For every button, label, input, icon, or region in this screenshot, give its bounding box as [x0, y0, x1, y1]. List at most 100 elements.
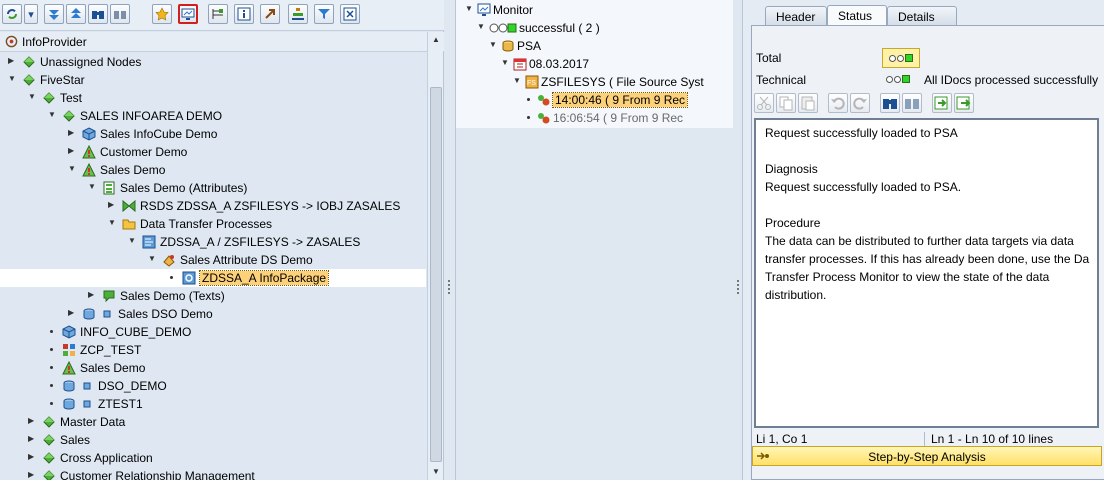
find-next-icon[interactable]	[902, 93, 922, 113]
refresh-icon[interactable]	[2, 4, 22, 24]
expand-arrow-icon[interactable]: ▶	[28, 435, 36, 443]
step-by-step-analysis-button[interactable]: Step-by-Step Analysis	[752, 446, 1102, 466]
expand-arrow-icon[interactable]: ▶	[108, 201, 116, 209]
monitor-tree-node[interactable]: 16:06:54 ( 9 From 9 Rec	[456, 109, 737, 127]
redo-icon[interactable]	[850, 93, 870, 113]
collapse-arrow-icon[interactable]: ▼	[501, 59, 509, 67]
expand-arrow-icon[interactable]: ▶	[88, 291, 96, 299]
monitor-panel: ▼ Monitor ▼ successful ( 2 ) ▼ PSA ▼ 08.03.2017…	[455, 0, 737, 480]
expand-arrow-icon[interactable]: ▶	[28, 417, 36, 425]
tree-node[interactable]: ▶ Sales DSO Demo	[0, 305, 426, 323]
tree-node[interactable]: ▶ Customer Demo	[0, 143, 426, 161]
tree-node-label: Unassigned Nodes	[40, 55, 142, 69]
left-splitter[interactable]	[444, 0, 454, 480]
tree-node[interactable]: ▶ Sales	[0, 431, 426, 449]
tree-node[interactable]: ▶ RSDS ZDSSA_A ZSFILESYS -> IOBJ ZASALES	[0, 197, 426, 215]
scroll-up-icon[interactable]: ▲	[431, 35, 441, 45]
collapse-arrow-icon[interactable]: ▼	[108, 219, 116, 227]
leaf-bullet	[170, 276, 173, 279]
collapse-arrow-icon[interactable]: ▼	[465, 5, 473, 13]
dropdown-arrow-icon[interactable]: ▾	[24, 4, 38, 24]
long-text-editor[interactable]: Request successfully loaded to PSA Diagn…	[754, 118, 1099, 428]
tree-node[interactable]: ▶ Sales InfoCube Demo	[0, 125, 426, 143]
collapse-arrow-icon[interactable]: ▼	[48, 111, 56, 119]
expand-arrow-icon[interactable]: ▶	[68, 147, 76, 155]
tree-node[interactable]: ZTEST1	[0, 395, 426, 413]
copy-icon[interactable]	[776, 93, 796, 113]
collapse-arrow-icon[interactable]: ▼	[489, 41, 497, 49]
monitor-tree-node[interactable]: ▼ 08.03.2017	[456, 55, 737, 73]
find-next-icon[interactable]	[110, 4, 130, 24]
create-icon[interactable]	[208, 4, 228, 24]
collapse-all-icon[interactable]	[66, 4, 86, 24]
expand-arrow-icon[interactable]: ▶	[68, 129, 76, 137]
tree-node-label: SALES INFOAREA DEMO	[80, 109, 223, 123]
monitor-tree-node[interactable]: ▼ PSA	[456, 37, 737, 55]
tree-node[interactable]: ▶ Customer Relationship Management	[0, 467, 426, 480]
tree-node[interactable]: ▶ Cross Application	[0, 449, 426, 467]
upload-icon[interactable]	[954, 93, 974, 113]
tree-node[interactable]: ▼ Data Transfer Processes	[0, 215, 426, 233]
tree-node[interactable]: ▶ Unassigned Nodes	[0, 53, 426, 71]
tree-node[interactable]: Sales Demo	[0, 359, 426, 377]
tab-status[interactable]: Status	[827, 5, 887, 27]
scroll-down-icon[interactable]: ▼	[431, 467, 441, 477]
collapse-arrow-icon[interactable]: ▼	[477, 23, 485, 31]
expand-all-icon[interactable]	[44, 4, 64, 24]
collapse-arrow-icon[interactable]: ▼	[88, 183, 96, 191]
tree-node[interactable]: ▼ FiveStar	[0, 71, 426, 89]
analysis-arrow-icon	[757, 452, 769, 460]
collapse-arrow-icon[interactable]: ▼	[8, 75, 16, 83]
tree-node[interactable]: ▼ Sales Demo (Attributes)	[0, 179, 426, 197]
tree-node[interactable]: ▼ SALES INFOAREA DEMO	[0, 107, 426, 125]
jump-icon[interactable]	[260, 4, 280, 24]
expand-arrow-icon[interactable]: ▶	[8, 57, 16, 65]
tree-node[interactable]: ZCP_TEST	[0, 341, 426, 359]
info-icon[interactable]	[234, 4, 254, 24]
tree-node[interactable]: ▶ Sales Demo (Texts)	[0, 287, 426, 305]
tab-details[interactable]: Details	[887, 6, 957, 26]
cut-icon[interactable]	[754, 93, 774, 113]
tree-node[interactable]: ▶ Master Data	[0, 413, 426, 431]
collapse-arrow-icon[interactable]: ▼	[128, 237, 136, 245]
expand-arrow-icon[interactable]: ▶	[68, 309, 76, 317]
close-window-icon[interactable]	[340, 4, 360, 24]
find-binoculars-icon[interactable]	[88, 4, 108, 24]
tree-node-label: Test	[60, 91, 83, 105]
traffic-light-green-icon	[489, 21, 517, 35]
total-status-button[interactable]	[882, 48, 920, 68]
favorites-icon[interactable]	[152, 4, 172, 24]
tree-node[interactable]: ▼ Test	[0, 89, 426, 107]
undo-icon[interactable]	[828, 93, 848, 113]
small-square-icon	[80, 397, 94, 411]
collapse-arrow-icon[interactable]: ▼	[513, 77, 521, 85]
collapse-arrow-icon[interactable]: ▼	[148, 255, 156, 263]
expand-arrow-icon[interactable]: ▶	[28, 471, 36, 479]
tree-node[interactable]: ZDSSA_A InfoPackage	[0, 269, 426, 287]
hierarchy-icon[interactable]	[288, 4, 308, 24]
expand-arrow-icon[interactable]: ▶	[28, 453, 36, 461]
filter-icon[interactable]	[314, 4, 334, 24]
monitor-tree-node[interactable]: 14:00:46 ( 9 From 9 Rec	[456, 91, 737, 109]
collapse-arrow-icon[interactable]: ▼	[28, 93, 36, 101]
tree-node[interactable]: ▼ ZDSSA_A / ZSFILESYS -> ZASALES	[0, 233, 426, 251]
paste-icon[interactable]	[798, 93, 818, 113]
collapse-arrow-icon[interactable]: ▼	[68, 165, 76, 173]
download-icon[interactable]	[932, 93, 952, 113]
tree-node-label: RSDS ZDSSA_A ZSFILESYS -> IOBJ ZASALES	[140, 199, 401, 213]
find-icon[interactable]	[880, 93, 900, 113]
infoprovider-tree: ▶ Unassigned Nodes ▼ FiveStar ▼ Test ▼ SALES IN…	[0, 53, 426, 480]
monitor-tree-node[interactable]: ▼ FS ZSFILESYS ( File Source Syst	[456, 73, 737, 91]
monitor-tree-node[interactable]: ▼ successful ( 2 )	[456, 19, 737, 37]
vertical-scrollbar[interactable]: ▲ ▼	[427, 32, 443, 480]
monitor-button[interactable]	[178, 4, 198, 24]
cursor-position: Li 1, Co 1	[756, 432, 808, 446]
scrollbar-thumb[interactable]	[430, 87, 442, 462]
monitor-node-label: 08.03.2017	[529, 57, 590, 71]
tree-node[interactable]: DSO_DEMO	[0, 377, 426, 395]
tree-node[interactable]: INFO_CUBE_DEMO	[0, 323, 426, 341]
tree-node[interactable]: ▼ Sales Demo	[0, 161, 426, 179]
tab-header[interactable]: Header	[765, 6, 827, 26]
tree-node[interactable]: ▼ Sales Attribute DS Demo	[0, 251, 426, 269]
monitor-tree-node[interactable]: ▼ Monitor	[456, 1, 737, 19]
